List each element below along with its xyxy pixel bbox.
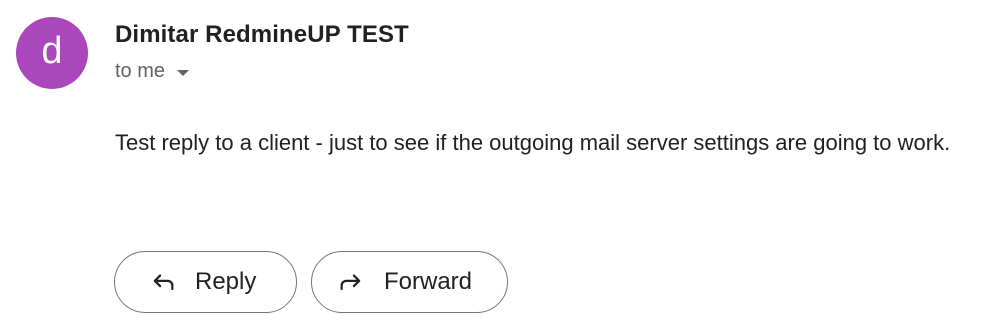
recipient-details-toggle[interactable]: to me — [115, 60, 190, 83]
recipient-label: to me — [115, 60, 166, 82]
forward-arrow-icon — [340, 274, 361, 291]
reply-button[interactable]: Reply — [114, 251, 297, 313]
sender-name: Dimitar RedmineUP TEST — [115, 21, 409, 48]
reply-arrow-icon — [153, 274, 174, 291]
message-body: Test reply to a client - just to see if … — [115, 130, 951, 155]
sender-avatar[interactable]: d — [16, 17, 88, 89]
reply-button-label: Reply — [195, 268, 257, 295]
forward-button-label: Forward — [384, 268, 473, 295]
forward-button[interactable]: Forward — [311, 251, 508, 313]
caret-down-icon[interactable] — [177, 69, 190, 76]
